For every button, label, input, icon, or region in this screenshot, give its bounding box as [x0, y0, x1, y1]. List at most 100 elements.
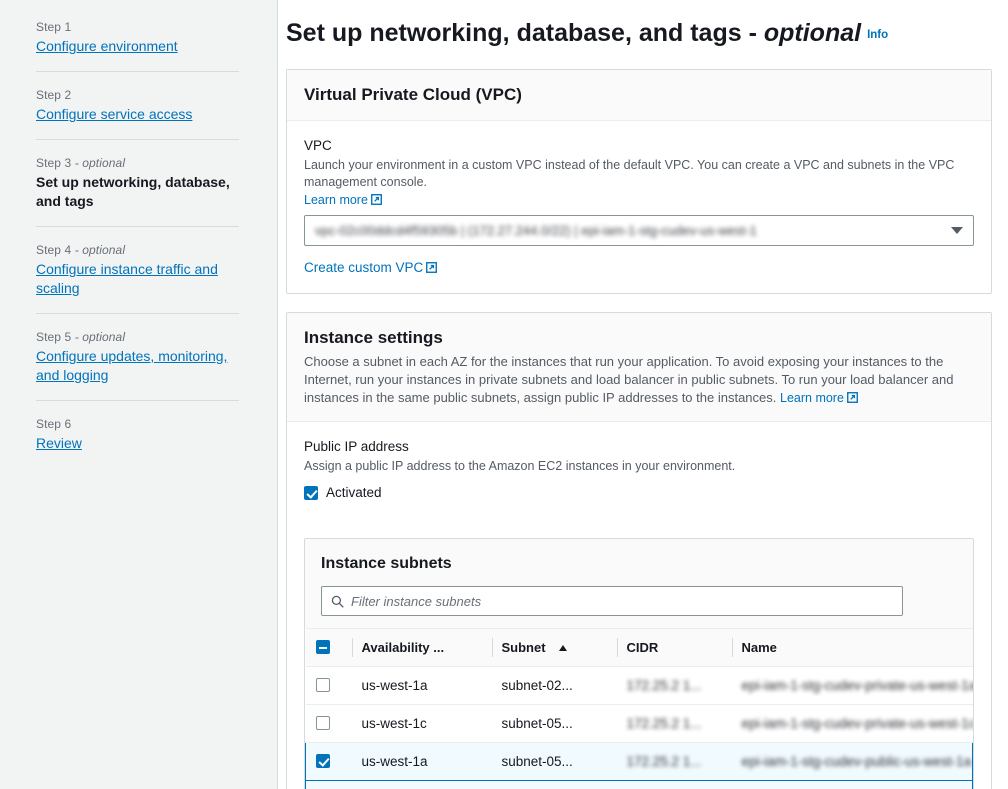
table-header-row: Availability ... Subnet CIDR Name	[305, 628, 973, 667]
row-checkbox[interactable]	[316, 754, 330, 768]
page-root: Step 1 Configure environment Step 2 Conf…	[0, 0, 1008, 789]
row-name: epi-iam-1-stg-cudev-private-us-west-1c	[731, 704, 973, 743]
table-row[interactable]: us-west-1a subnet-05... 172.25.2 1... ep…	[305, 742, 973, 781]
instance-settings-learn-more-link[interactable]: Learn more	[780, 391, 858, 405]
sidebar-item-configure-environment[interactable]: Configure environment	[36, 38, 178, 54]
public-ip-section: Public IP address Assign a public IP add…	[287, 422, 991, 520]
external-link-icon	[426, 261, 438, 273]
sidebar-item-configure-updates-monitoring[interactable]: Configure updates, monitoring, and loggi…	[36, 348, 227, 383]
page-title-text: Set up networking, database, and tags -	[286, 19, 764, 47]
info-link[interactable]: Info	[867, 29, 888, 41]
column-header-cidr[interactable]: CIDR	[616, 629, 732, 667]
external-link-icon	[370, 194, 382, 205]
sidebar-item-setup-networking-active[interactable]: Set up networking, database, and tags	[36, 173, 239, 211]
row-name: epi-iam-1-stg-cudev-public-us-west-1c	[731, 780, 973, 789]
vpc-learn-more-row: Learn more	[304, 191, 974, 207]
instance-subnets-table-head: Availability ... Subnet CIDR Name	[305, 628, 973, 667]
sidebar-divider-4	[36, 313, 239, 314]
sidebar-divider-2	[36, 139, 239, 140]
column-header-name[interactable]: Name	[731, 629, 973, 667]
instance-subnets-table: Availability ... Subnet CIDR Name us-wes…	[305, 628, 973, 789]
sidebar-step-6-number: Step 6	[36, 417, 72, 431]
table-row[interactable]: us-west-1a subnet-02... 172.25.2 1... ep…	[305, 666, 973, 705]
create-custom-vpc-row: Create custom VPC	[304, 259, 974, 275]
select-all-header-cell[interactable]	[306, 629, 352, 667]
vpc-field-description: Launch your environment in a custom VPC …	[304, 158, 955, 189]
sidebar-step-5-optional-tag: - optional	[71, 330, 126, 344]
table-row[interactable]: us-west-1c subnet-0d... 172.25.2 1... ep…	[305, 780, 973, 789]
sidebar-step-2-number: Step 2	[36, 88, 72, 102]
sidebar-step-1: Step 1 Configure environment	[0, 18, 277, 56]
row-availability-zone: us-west-1a	[351, 742, 492, 781]
column-header-availability-zone[interactable]: Availability ...	[351, 629, 492, 667]
sidebar-item-review[interactable]: Review	[36, 435, 82, 451]
vpc-select-value: vpc-02c00ddcd4f59305b | (172.27.244.0/22…	[315, 223, 757, 238]
search-icon	[331, 595, 344, 608]
vpc-field-label: VPC	[304, 138, 332, 153]
page-title-optional: optional	[763, 19, 862, 47]
row-name: epi-iam-1-stg-cudev-private-us-west-1a	[731, 666, 973, 705]
page-title: Set up networking, database, and tags - …	[286, 18, 992, 51]
public-ip-label: Public IP address	[304, 439, 409, 454]
row-cidr-value: 172.25.2 1...	[626, 754, 702, 769]
sidebar-step-3-number: Step 3 - optional	[36, 154, 239, 172]
vpc-panel-header: Virtual Private Cloud (VPC)	[287, 70, 991, 121]
table-row[interactable]: us-west-1c subnet-05... 172.25.2 1... ep…	[305, 704, 973, 743]
vpc-panel: Virtual Private Cloud (VPC) VPC Launch y…	[286, 69, 992, 294]
sort-ascending-icon	[559, 645, 568, 651]
row-subnet: subnet-0d...	[491, 780, 617, 789]
row-availability-zone: us-west-1c	[351, 704, 492, 743]
row-name-value: epi-iam-1-stg-cudev-private-us-west-1a	[741, 678, 973, 693]
row-checkbox-cell[interactable]	[305, 780, 352, 789]
sidebar-step-4-optional-tag: - optional	[71, 243, 126, 257]
sidebar-item-configure-instance-traffic[interactable]: Configure instance traffic and scaling	[36, 261, 218, 296]
row-cidr: 172.25.2 1...	[616, 780, 732, 789]
column-header-name-label: Name	[741, 640, 777, 655]
instance-settings-header: Instance settings Choose a subnet in eac…	[287, 313, 991, 422]
sidebar-item-configure-service-access[interactable]: Configure service access	[36, 106, 192, 122]
sidebar-step-1-number: Step 1	[36, 20, 72, 34]
public-ip-checkbox-row[interactable]: Activated	[304, 484, 974, 502]
vpc-learn-more-link[interactable]: Learn more	[304, 193, 382, 207]
column-header-cidr-label: CIDR	[626, 640, 659, 655]
row-checkbox-cell[interactable]	[305, 704, 352, 743]
vpc-panel-title: Virtual Private Cloud (VPC)	[304, 85, 522, 104]
sidebar-divider-1	[36, 71, 239, 72]
public-ip-description: Assign a public IP address to the Amazon…	[304, 459, 736, 473]
sidebar-step-4-number: Step 4 - optional	[36, 241, 239, 259]
row-checkbox-cell[interactable]	[305, 666, 352, 705]
sidebar-step-6: Step 6 Review	[0, 415, 277, 453]
external-link-icon	[846, 390, 858, 403]
instance-subnets-table-body: us-west-1a subnet-02... 172.25.2 1... ep…	[305, 666, 973, 789]
create-custom-vpc-link[interactable]: Create custom VPC	[304, 260, 438, 275]
row-subnet: subnet-02...	[491, 666, 617, 705]
select-all-checkbox[interactable]	[315, 640, 330, 654]
instance-subnets-title: Instance subnets	[321, 555, 452, 572]
public-ip-checkbox[interactable]	[304, 486, 318, 500]
filter-instance-subnets-input[interactable]	[351, 593, 893, 609]
instance-settings-panel: Instance settings Choose a subnet in eac…	[286, 312, 992, 789]
row-cidr: 172.25.2 1...	[616, 704, 732, 743]
instance-subnets-panel: Instance subnets Filter instance subnets…	[304, 538, 974, 789]
sidebar-step-2: Step 2 Configure service access	[0, 86, 277, 124]
row-availability-zone: us-west-1a	[351, 666, 492, 705]
column-header-subnet[interactable]: Subnet	[491, 629, 617, 667]
sidebar-step-4-number-text: Step 4	[36, 243, 72, 257]
public-ip-checkbox-label: Activated	[326, 485, 382, 500]
row-checkbox[interactable]	[315, 678, 330, 692]
row-availability-zone: us-west-1c	[351, 780, 492, 789]
row-checkbox-cell[interactable]	[305, 742, 352, 781]
vpc-learn-more-label: Learn more	[304, 193, 368, 207]
vpc-panel-body: VPC Launch your environment in a custom …	[287, 121, 991, 293]
row-cidr-value: 172.25.2 1...	[626, 678, 702, 693]
row-checkbox[interactable]	[315, 716, 330, 730]
instance-subnets-header: Instance subnets	[305, 539, 973, 628]
sidebar-divider-3	[36, 226, 239, 227]
create-custom-vpc-label: Create custom VPC	[304, 260, 424, 275]
sidebar-step-4: Step 4 - optional Configure instance tra…	[0, 241, 277, 298]
instance-settings-learn-more-label: Learn more	[780, 391, 844, 405]
sidebar-step-3-optional-tag: - optional	[71, 156, 126, 170]
vpc-select[interactable]: vpc-02c00ddcd4f59305b | (172.27.244.0/22…	[304, 215, 974, 246]
instance-subnets-filter[interactable]	[321, 586, 903, 616]
row-name-value: epi-iam-1-stg-cudev-public-us-west-1a	[741, 754, 972, 769]
